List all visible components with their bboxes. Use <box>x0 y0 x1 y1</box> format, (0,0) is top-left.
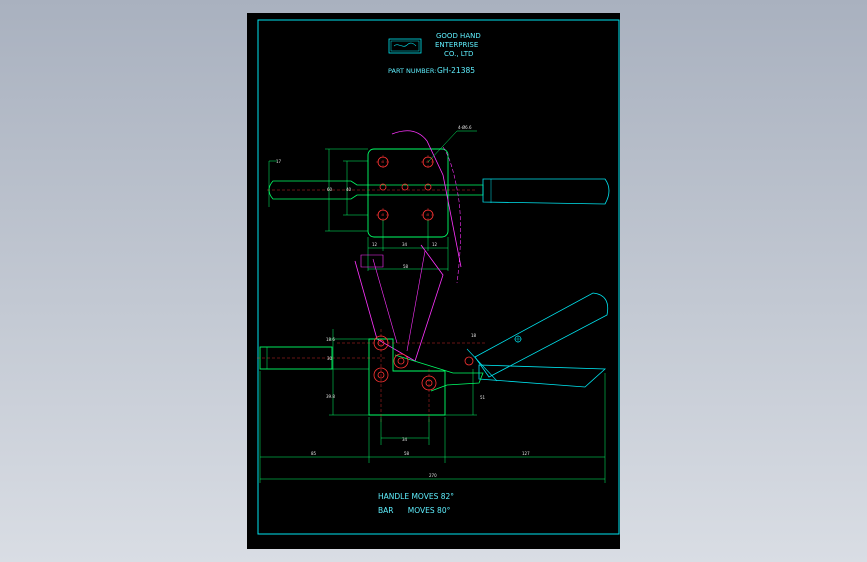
dim-side-39-8: 39.8 <box>326 394 335 399</box>
base-plate-top <box>367 148 449 238</box>
dim-hole-spec: 4-Ø6.6 <box>458 125 472 130</box>
top-view: 4-Ø6.6 17 60 40 12 34 12 58 <box>267 125 610 284</box>
dim-total-270: 270 <box>429 473 437 478</box>
handle-grip <box>482 178 610 205</box>
dim-bottom-85: 85 <box>311 451 317 456</box>
clamp-bar <box>259 346 333 370</box>
dim-base-34: 34 <box>402 437 408 442</box>
dim-w-58: 58 <box>403 264 409 269</box>
drawing-sheet: GOOD HAND ENTERPRISE CO., LTD PART NUMBE… <box>247 13 620 549</box>
dim-w-12-right: 12 <box>432 242 438 247</box>
pivot-points <box>373 335 474 391</box>
dim-bottom-58: 58 <box>404 451 410 456</box>
dim-bottom-127: 127 <box>522 451 530 456</box>
dim-w-12-left: 12 <box>372 242 378 247</box>
dim-w-34: 34 <box>402 242 408 247</box>
handle-closed <box>478 364 607 388</box>
side-view: 18.6 30 39.8 51 34 18 85 58 127 270 <box>257 244 609 483</box>
part-number-label: PART NUMBER: <box>388 67 436 75</box>
part-number-value: GH-21385 <box>437 66 475 75</box>
dim-h-40: 40 <box>346 187 352 192</box>
mounting-holes <box>377 156 434 221</box>
dim-right-51: 51 <box>480 395 486 400</box>
dim-side-18-6: 18.6 <box>326 337 335 342</box>
dim-angle-18: 18 <box>471 333 477 338</box>
dim-h-60: 60 <box>327 187 333 192</box>
company-name-line2: ENTERPRISE <box>435 41 478 49</box>
dim-left-17: 17 <box>276 159 282 164</box>
company-name-line1: GOOD HAND <box>436 32 481 40</box>
handle-rod <box>268 180 484 200</box>
note-bar-moves: BAR MOVES 80° <box>378 506 451 515</box>
note-handle-moves: HANDLE MOVES 82° <box>378 492 454 501</box>
cad-drawing: GOOD HAND ENTERPRISE CO., LTD PART NUMBE… <box>257 19 620 535</box>
dim-side-30: 30 <box>327 356 333 361</box>
company-name-line3: CO., LTD <box>444 50 473 58</box>
handle-raised <box>474 292 609 378</box>
company-logo <box>388 38 422 54</box>
